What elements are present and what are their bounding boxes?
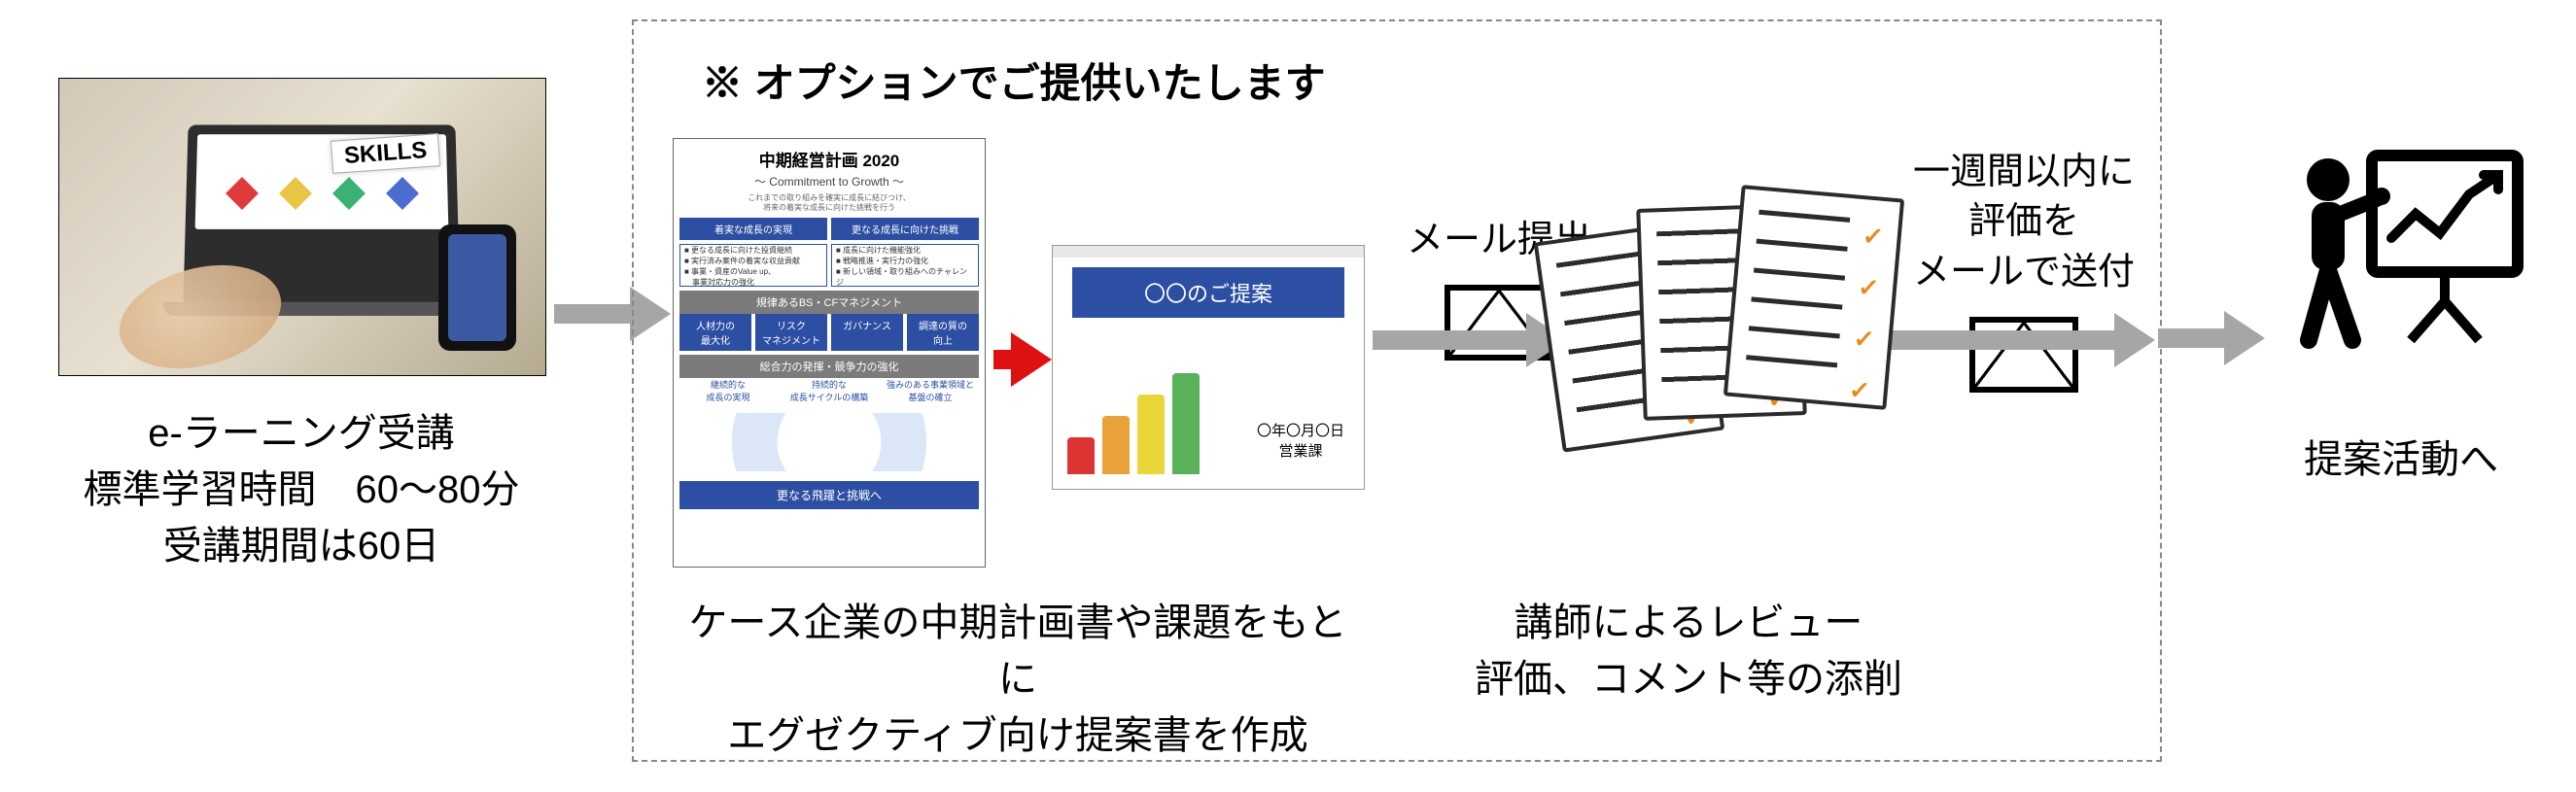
plan-title: 中期経営計画 2020 <box>674 147 985 171</box>
option-caption-1: ケース企業の中期計画書や課題をもとに エグゼクティブ向け提案書を作成 <box>673 595 1363 764</box>
option-caption-1-l1: ケース企業の中期計画書や課題をもとに <box>673 595 1363 707</box>
option-caption-2-l1: 講師によるレビュー <box>1441 595 1936 651</box>
stage-final: 提案活動へ <box>2255 146 2547 484</box>
phone-illustration <box>438 224 516 351</box>
plan-bar-left: 着実な成長の実現 <box>679 218 827 240</box>
plan-graybar-1: 規律あるBS・CFマネジメント <box>679 291 979 314</box>
plan-lead: これまでの取り組みを確実に成長に結びつけ、 将来の着実な成長に向けた挑戦を行う <box>685 193 973 212</box>
option-caption-2-l2: 評価、コメント等の添削 <box>1441 651 1936 707</box>
plan-pill-2: リスク マネジメント <box>755 314 827 351</box>
review-paper: ✓✓✓✓ <box>1723 185 1904 410</box>
mail-feedback-label: 一週間以内に 評価を メールで送付 <box>1897 148 2150 297</box>
plan-list-right: ■ 成長に向けた機能強化 ■ 戦略推進・実行力の強化 ■ 新しい領域・取り組みへ… <box>831 244 979 287</box>
option-box: ※ オプションでご提供いたします 中期経営計画 2020 ～ Commitmen… <box>632 19 2162 762</box>
plan-list-left: ■ 更なる成長に向けた投資継続 ■ 実行済み案件の着実な収益貢献 ■ 事業・資産… <box>679 244 827 287</box>
arrow-right-icon <box>1883 323 2155 358</box>
midterm-plan-document: 中期経営計画 2020 ～ Commitment to Growth ～ これま… <box>673 138 986 568</box>
plan-lead-2: 将来の着実な成長に向けた挑戦を行う <box>763 203 895 212</box>
plan-graybar-2: 総合力の発揮・競争力の強化 <box>679 355 979 378</box>
arrow-right-red-icon <box>993 342 1052 377</box>
stage1-caption-line2: 標準学習時間 60～80分 <box>58 462 544 518</box>
mail-feedback-l1: 一週間以内に <box>1913 152 2135 192</box>
option-title: ※ オプションでご提供いたします <box>702 51 1326 110</box>
proposal-date-line1: 〇年〇月〇日 <box>1257 423 1344 439</box>
proposal-date-line2: 営業課 <box>1278 443 1322 460</box>
proposal-chart <box>1067 367 1223 474</box>
plan-footer: 更なる飛躍と挑戦へ <box>679 481 979 509</box>
plan-lead-1: これまでの取り組みを確実に成長に結びつけ、 <box>748 193 911 202</box>
final-caption: 提案活動へ <box>2255 428 2547 484</box>
plan-cycle-graphic <box>703 413 956 471</box>
elearning-photo: SKILLS <box>58 78 546 376</box>
stage1-caption: e-ラーニング受講 標準学習時間 60～80分 受講期間は60日 <box>58 405 544 574</box>
plan-pill-3: ガバナンス <box>831 314 903 351</box>
plan-cycle-1: 継続的な 成長の実現 <box>679 378 777 403</box>
mail-feedback-l3: メールで送付 <box>1913 252 2135 293</box>
stage1-caption-line1: e-ラーニング受講 <box>58 405 544 462</box>
proposal-slide: 〇〇のご提案 〇年〇月〇日 営業課 <box>1052 245 1365 490</box>
stage-elearning: SKILLS e-ラーニング受講 標準学習時間 60～80分 受講期間は60日 <box>58 78 544 574</box>
plan-subtitle: ～ Commitment to Growth ～ <box>674 173 985 189</box>
arrow-right-icon <box>1373 323 1567 358</box>
plan-bar-right: 更なる成長に向けた挑戦 <box>831 218 979 240</box>
proposal-title: 〇〇のご提案 <box>1072 267 1344 318</box>
presenter-icon <box>2275 146 2527 369</box>
skill-gems <box>215 174 429 213</box>
arrow-right-icon <box>2158 321 2265 356</box>
plan-cycle-3: 強みのある事業領域と 基盤の確立 <box>882 378 979 403</box>
review-papers-icon: ✓✓✓✓ ✓✓✓✓ ✓✓✓✓ <box>1548 172 1878 454</box>
plan-cycle-2: 持続的な 成長サイクルの構築 <box>781 378 878 403</box>
option-caption-1-l2: エグゼクティブ向け提案書を作成 <box>673 707 1363 764</box>
stage1-caption-line3: 受講期間は60日 <box>58 518 544 574</box>
option-caption-2: 講師によるレビュー 評価、コメント等の添削 <box>1441 595 1936 707</box>
plan-pill-4: 調達の質の 向上 <box>907 314 979 351</box>
proposal-date: 〇年〇月〇日 営業課 <box>1257 421 1344 462</box>
mail-feedback-l2: 評価を <box>1968 201 2079 242</box>
plan-pill-1: 人材力の 最大化 <box>679 314 751 351</box>
